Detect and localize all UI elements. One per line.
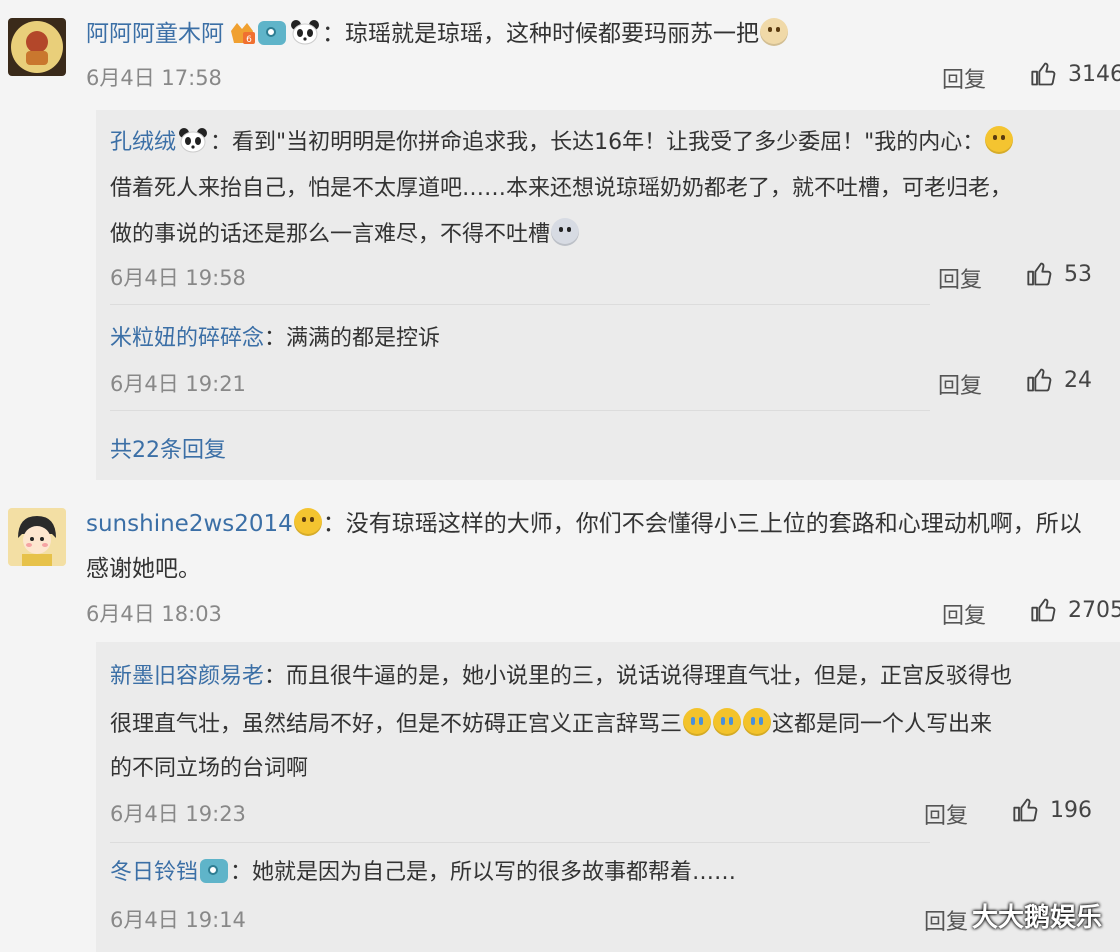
thumbs-up-icon bbox=[1027, 368, 1052, 392]
thumbs-up-icon bbox=[1013, 798, 1038, 822]
avatar[interactable] bbox=[8, 508, 66, 566]
panda-icon bbox=[178, 127, 208, 153]
avatar[interactable] bbox=[8, 18, 66, 76]
camera-icon bbox=[258, 21, 286, 45]
like-button[interactable]: 196 bbox=[1012, 796, 1092, 824]
comment-text: 琼瑶就是琼瑶，这种时候都要玛丽苏一把 bbox=[345, 21, 759, 47]
like-count: 2705 bbox=[1068, 597, 1120, 623]
watermark: 大大鹅娱乐 bbox=[971, 903, 1102, 933]
thumbs-up-icon bbox=[1027, 262, 1052, 286]
sleepy-emoji-icon bbox=[985, 126, 1014, 154]
reply-text: 做的事说的话还是那么一言难尽，不得不吐槽 bbox=[110, 222, 551, 247]
laugh-cry-emoji-icon bbox=[743, 708, 772, 736]
like-button[interactable]: 53 bbox=[1026, 260, 1092, 288]
comment-time: 6月4日 17:58 bbox=[86, 66, 222, 90]
reply-text: 这都是同一个人写出来 bbox=[772, 712, 993, 737]
reply-line: 做的事说的话还是那么一言难尽，不得不吐槽 bbox=[110, 218, 580, 250]
reply-time: 6月4日 19:23 bbox=[110, 802, 246, 826]
reply-line: 冬日铃铛 ：她就是因为自己是，所以写的很多故事都帮着…… bbox=[110, 859, 737, 885]
thumbs-up-icon bbox=[1031, 62, 1056, 86]
thumbs-up-icon bbox=[1031, 598, 1056, 622]
avatar-image bbox=[8, 508, 66, 566]
svg-text:6: 6 bbox=[246, 35, 252, 45]
reply-line: 很理直气壮，虽然结局不好，但是不妨碍正宫义正言辞骂三 这都是同一个人写出来 bbox=[110, 708, 992, 740]
divider bbox=[110, 304, 930, 305]
divider bbox=[110, 410, 930, 411]
reply-username[interactable]: 米粒妞的碎碎念 bbox=[110, 326, 264, 351]
like-count: 24 bbox=[1064, 367, 1092, 393]
reply-username[interactable]: 冬日铃铛 bbox=[110, 860, 198, 885]
more-replies-link[interactable]: 共22条回复 bbox=[110, 432, 226, 464]
like-button[interactable]: 2705 bbox=[1030, 596, 1120, 624]
comment: 阿阿阿童木阿 6 ：琼瑶就是琼瑶，这种时候都要玛丽苏一把 6月4日 17:58 回复… bbox=[0, 0, 1120, 490]
reply-username[interactable]: 新墨旧容颜易老 bbox=[110, 664, 264, 689]
reply-text: 她就是因为自己是，所以写的很多故事都帮着…… bbox=[252, 860, 737, 885]
reply-box: 孔绒绒 ：看到"当初明明是你拼命追求我，长达16年！让我受了多少委屈！"我的内心：… bbox=[96, 110, 1120, 480]
reply-text: 看到"当初明明是你拼命追求我，长达16年！让我受了多少委屈！"我的内心： bbox=[232, 130, 985, 155]
reply-line: 米粒妞的碎碎念：满满的都是控诉 bbox=[110, 326, 441, 351]
grin-emoji-icon bbox=[293, 508, 322, 536]
husky-emoji-icon bbox=[551, 218, 580, 246]
username[interactable]: sunshine2ws2014 bbox=[86, 511, 293, 537]
reply-button[interactable]: 回复 bbox=[924, 798, 968, 830]
reply-line: 孔绒绒 ：看到"当初明明是你拼命追求我，长达16年！让我受了多少委屈！"我的内心： bbox=[110, 126, 1014, 158]
reply-button[interactable]: 回复 bbox=[942, 62, 986, 94]
reply-line: 借着死人来抬自己，怕是不太厚道吧……本来还想说琼瑶奶奶都老了，就不吐槽，可老归老… bbox=[110, 176, 1013, 201]
reply-line: 的不同立场的台词啊 bbox=[110, 756, 309, 781]
reply-time: 6月4日 19:21 bbox=[110, 372, 246, 396]
like-count: 3146 bbox=[1068, 61, 1120, 87]
laugh-cry-emoji-icon bbox=[713, 708, 742, 736]
panda-icon bbox=[290, 19, 320, 45]
reply-time: 6月4日 19:58 bbox=[110, 266, 246, 290]
like-count: 196 bbox=[1050, 797, 1092, 823]
comment-time: 6月4日 18:03 bbox=[86, 602, 222, 626]
divider bbox=[110, 842, 930, 843]
laugh-cry-emoji-icon bbox=[683, 708, 712, 736]
reply-button[interactable]: 回复 bbox=[924, 904, 968, 936]
reply-box: 新墨旧容颜易老：而且很牛逼的是，她小说里的三，说话说得理直气壮，但是，正宫反驳得… bbox=[96, 642, 1120, 952]
dog-emoji-icon bbox=[760, 18, 788, 46]
camera-icon bbox=[200, 859, 229, 883]
comment-body: 阿阿阿童木阿 6 ：琼瑶就是琼瑶，这种时候都要玛丽苏一把 bbox=[86, 18, 789, 49]
reply-button[interactable]: 回复 bbox=[942, 598, 986, 630]
comment-body: sunshine2ws2014 ：没有琼瑶这样的大师，你们不会懂得小三上位的套路和… bbox=[86, 508, 1082, 539]
member-badge-icon: 6 bbox=[228, 19, 256, 45]
reply-button[interactable]: 回复 bbox=[938, 262, 982, 294]
reply-text: 而且很牛逼的是，她小说里的三，说话说得理直气壮，但是，正宫反驳得也 bbox=[286, 664, 1013, 689]
comment-text: 没有琼瑶这样的大师，你们不会懂得小三上位的套路和心理动机啊，所以 bbox=[345, 511, 1082, 537]
reply-text: 很理直气壮，虽然结局不好，但是不妨碍正宫义正言辞骂三 bbox=[110, 712, 683, 737]
avatar-image bbox=[11, 21, 63, 73]
comment: sunshine2ws2014 ：没有琼瑶这样的大师，你们不会懂得小三上位的套路和… bbox=[0, 490, 1120, 952]
reply-line: 新墨旧容颜易老：而且很牛逼的是，她小说里的三，说话说得理直气壮，但是，正宫反驳得… bbox=[110, 664, 1013, 689]
reply-username[interactable]: 孔绒绒 bbox=[110, 130, 176, 155]
like-count: 53 bbox=[1064, 261, 1092, 287]
reply-button[interactable]: 回复 bbox=[938, 368, 982, 400]
reply-text: 满满的都是控诉 bbox=[286, 326, 441, 351]
like-button[interactable]: 3146 bbox=[1030, 60, 1120, 88]
username[interactable]: 阿阿阿童木阿 bbox=[86, 21, 224, 47]
comment-text: 感谢她吧。 bbox=[86, 556, 201, 582]
like-button[interactable]: 24 bbox=[1026, 366, 1092, 394]
reply-time: 6月4日 19:14 bbox=[110, 908, 246, 932]
